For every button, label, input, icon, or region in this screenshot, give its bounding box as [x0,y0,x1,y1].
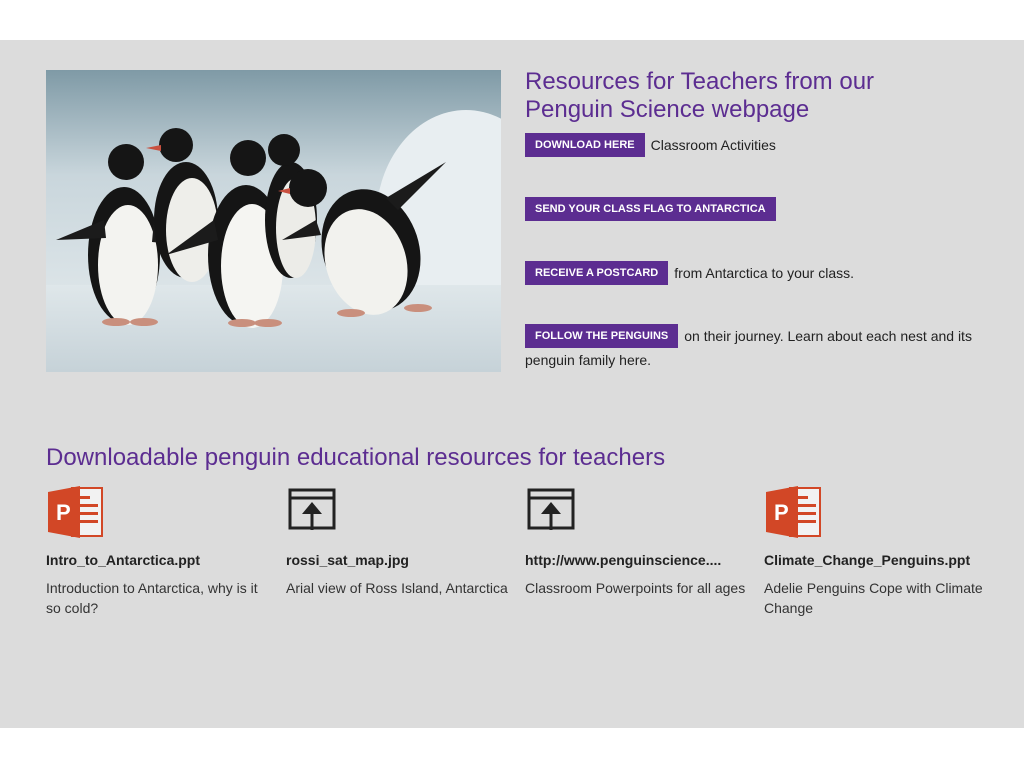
resources-title: Resources for Teachers from our Penguin … [525,68,875,123]
file-name[interactable]: Intro_to_Antarctica.ppt [46,552,271,568]
file-description: Introduction to Antarctica, why is it so… [46,580,258,616]
send-class-flag-button[interactable]: SEND YOUR CLASS FLAG TO ANTARCTICA [525,197,776,221]
web-link-icon[interactable] [525,484,585,540]
file-name[interactable]: http://www.penguinscience.... [525,552,750,568]
penguins-photo [46,70,501,372]
receive-postcard-button[interactable]: RECEIVE A POSTCARD [525,261,669,285]
downloads-title: Downloadable penguin educational resourc… [46,444,666,471]
svg-text:P: P [56,500,71,525]
powerpoint-icon[interactable]: P [46,484,106,540]
resource-row-flag: SEND YOUR CLASS FLAG TO ANTARCTICA [525,197,975,221]
download-card: P Climate_Change_Penguins.ppt Adelie Pen… [764,484,989,618]
follow-penguins-button[interactable]: FOLLOW THE PENGUINS [525,324,679,348]
web-link-icon[interactable] [286,484,346,540]
file-description: Classroom Powerpoints for all ages [525,580,746,596]
file-name[interactable]: rossi_sat_map.jpg [286,552,511,568]
powerpoint-icon[interactable]: P [764,484,824,540]
download-here-button[interactable]: DOWNLOAD HERE [525,133,645,157]
file-description: Adelie Penguins Cope with Climate Change [764,580,983,616]
file-description: Arial view of Ross Island, Antarctica [286,580,508,596]
file-name[interactable]: Climate_Change_Penguins.ppt [764,552,989,568]
row-text: from Antarctica to your class. [674,265,854,281]
download-card: P Intro_to_Antarctica.ppt Introduction t… [46,484,271,618]
resource-row-download: DOWNLOAD HERE Classroom Activities [525,133,975,157]
svg-text:P: P [774,500,789,525]
resource-row-follow: FOLLOW THE PENGUINS on their journey. Lea… [525,324,975,372]
row-text: Classroom Activities [650,137,776,153]
download-card: rossi_sat_map.jpg Arial view of Ross Isl… [286,484,511,598]
resource-row-postcard: RECEIVE A POSTCARD from Antarctica to you… [525,261,975,285]
download-card: http://www.penguinscience.... Classroom … [525,484,750,598]
